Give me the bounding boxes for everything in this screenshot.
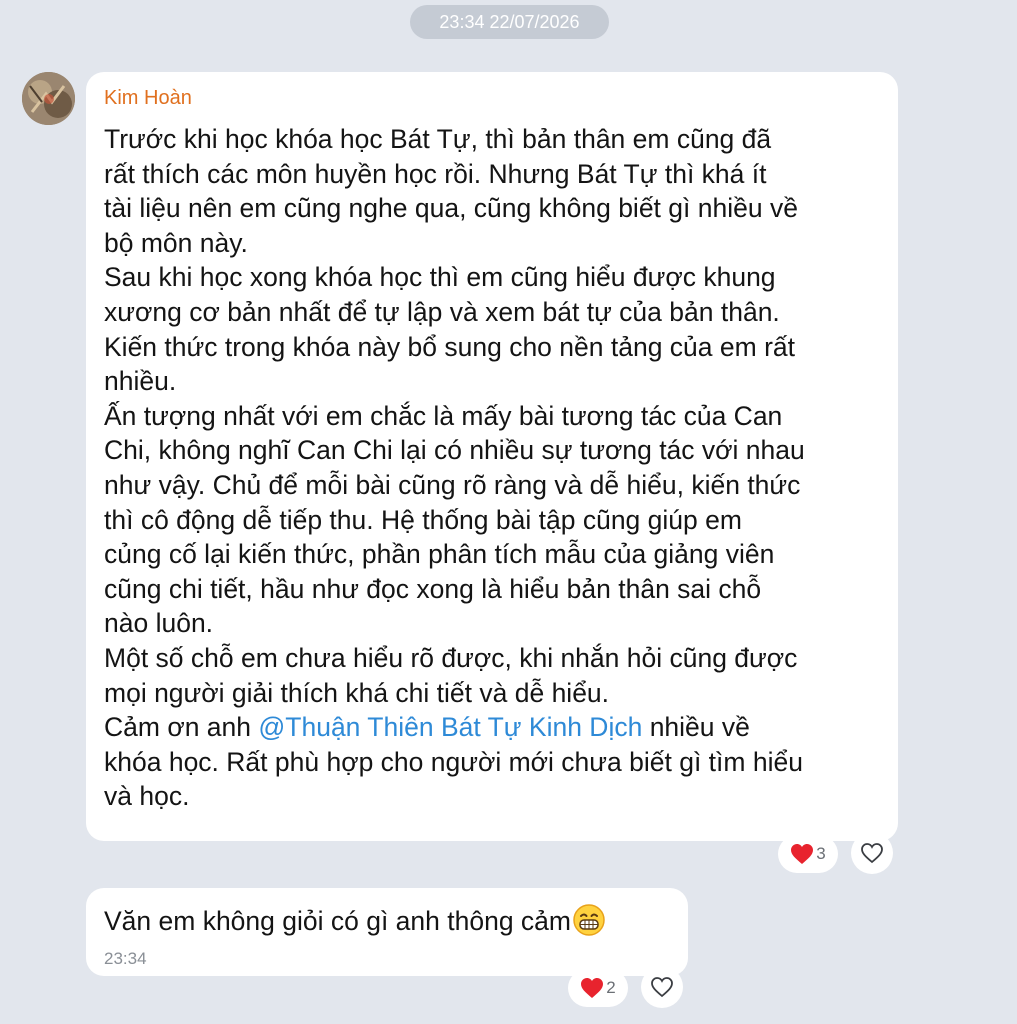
message-bubble-2[interactable]: Văn em không giỏi có gì anh thông cảm 23… bbox=[86, 888, 688, 976]
message-2-text: Văn em không giỏi có gì anh thông cảm bbox=[104, 906, 571, 936]
reaction-count: 2 bbox=[606, 978, 616, 997]
message-time: 23:34 bbox=[104, 949, 147, 968]
reaction-summary-2[interactable]: 2 bbox=[568, 969, 628, 1007]
heart-outline-icon bbox=[861, 843, 883, 864]
like-button-1[interactable] bbox=[851, 832, 893, 874]
grinning-face-emoji bbox=[573, 904, 605, 944]
date-time-divider: 23:34 22/07/2026 bbox=[410, 5, 609, 39]
avatar-image bbox=[22, 72, 75, 125]
message-bubble-1[interactable]: Kim Hoàn Trước khi học khóa học Bát Tự, … bbox=[86, 72, 898, 841]
heart-icon bbox=[581, 978, 604, 998]
mention-link[interactable]: @Thuận Thiên Bát Tự Kinh Dịch bbox=[258, 712, 642, 742]
message-text-part-1: Trước khi học khóa học Bát Tự, thì bản t… bbox=[104, 124, 805, 743]
heart-icon bbox=[791, 844, 814, 864]
sender-avatar[interactable] bbox=[22, 72, 75, 125]
sender-name[interactable]: Kim Hoàn bbox=[104, 86, 192, 110]
reaction-summary-1[interactable]: 3 bbox=[778, 835, 838, 873]
heart-outline-icon bbox=[651, 977, 673, 998]
like-button-2[interactable] bbox=[641, 966, 683, 1008]
message-text: Trước khi học khóa học Bát Tự, thì bản t… bbox=[104, 122, 894, 814]
message-text: Văn em không giỏi có gì anh thông cảm bbox=[104, 904, 605, 944]
reaction-count: 3 bbox=[816, 844, 826, 863]
